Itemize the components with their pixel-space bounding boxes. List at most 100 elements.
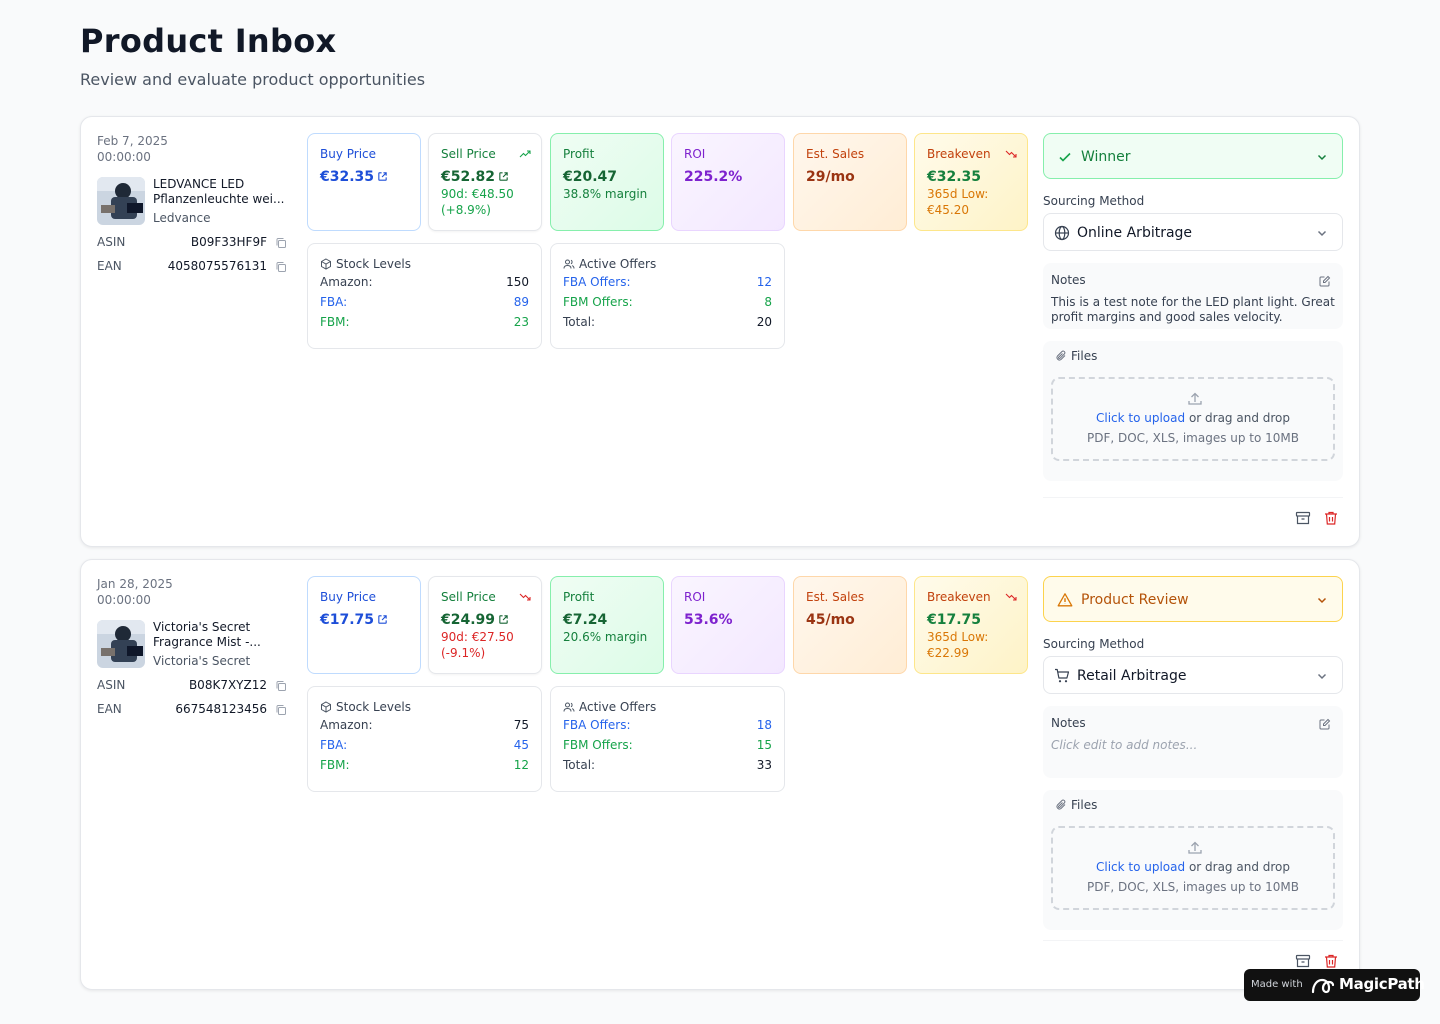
fbm-offers-label: FBM Offers: xyxy=(563,295,633,309)
product-date: Feb 7, 2025 xyxy=(97,134,168,148)
product-thumbnail[interactable] xyxy=(97,620,145,668)
total-offers-value: 20 xyxy=(756,315,772,329)
asin-label: ASIN xyxy=(97,678,126,692)
trending-down-icon xyxy=(1005,150,1017,158)
file-dropzone[interactable]: Click to upload or drag and drop PDF, DO… xyxy=(1051,826,1335,910)
trending-up-icon xyxy=(519,150,531,158)
breakeven-label: Breakeven xyxy=(927,147,991,161)
sourcing-method-label: Sourcing Method xyxy=(1043,194,1145,208)
file-types-hint: PDF, DOC, XLS, images up to 10MB xyxy=(1086,880,1300,894)
fbm-offers-value: 15 xyxy=(756,738,772,752)
chevron-down-icon xyxy=(1317,597,1327,604)
profit-card: Profit €20.47 38.8% margin xyxy=(550,133,664,231)
est-sales-card: Est. Sales 29/mo xyxy=(793,133,907,231)
breakeven-low-label: 365d Low: xyxy=(927,630,989,644)
status-value: Product Review xyxy=(1081,592,1189,608)
breakeven-low-value: €45.20 xyxy=(927,203,969,217)
roi-value: 225.2% xyxy=(684,169,743,185)
product-brand: Victoria's Secret xyxy=(153,654,251,668)
fba-offers-value: 12 xyxy=(756,275,772,289)
product-thumbnail[interactable] xyxy=(97,177,145,225)
breakeven-value: €32.35 xyxy=(927,169,982,185)
click-to-upload-link[interactable]: Click to upload xyxy=(1096,860,1185,874)
buy-price-label: Buy Price xyxy=(320,147,377,161)
users-icon xyxy=(563,702,575,712)
fba-stock: 89 xyxy=(513,295,529,309)
package-icon xyxy=(321,258,331,270)
status-select[interactable]: Product Review xyxy=(1043,576,1343,622)
sourcing-method-select[interactable]: Retail Arbitrage xyxy=(1043,656,1343,694)
asin-row: ASIN B09F33HF9F xyxy=(97,235,291,251)
product-brand: Ledvance xyxy=(153,211,211,225)
fbm-offers-value: 8 xyxy=(764,295,772,309)
buy-price-value: €17.75 xyxy=(320,612,375,628)
external-link-icon[interactable] xyxy=(498,171,509,182)
stock-levels-title: Stock Levels xyxy=(336,257,411,271)
profit-value: €20.47 xyxy=(563,169,618,185)
external-link-icon[interactable] xyxy=(377,171,388,182)
trash-icon[interactable] xyxy=(1323,510,1339,526)
trash-icon[interactable] xyxy=(1323,953,1339,969)
product-name[interactable]: Victoria's Secret Fragrance Mist -... xyxy=(153,620,291,650)
ean-row: EAN 4058075576131 xyxy=(97,259,291,275)
sell-price-card: Sell Price €24.99 90d: €27.50 (-9.1%) xyxy=(428,576,542,674)
sell-90d-change: (+8.9%) xyxy=(441,203,491,217)
edit-icon[interactable] xyxy=(1319,718,1331,730)
profit-margin: 20.6% margin xyxy=(563,630,648,644)
roi-card: ROI 225.2% xyxy=(671,133,785,231)
copy-icon[interactable] xyxy=(275,680,287,692)
card-actions-divider xyxy=(1043,940,1343,941)
total-offers-label: Total: xyxy=(563,315,596,329)
fba-offers-label: FBA Offers: xyxy=(563,718,631,732)
sourcing-method-select[interactable]: Online Arbitrage xyxy=(1043,213,1343,251)
files-panel: Files Click to upload or drag and drop P… xyxy=(1043,341,1343,481)
product-sidebar: Product Review Sourcing Method Retail Ar… xyxy=(1043,576,1343,930)
notes-panel: Notes This is a test note for the LED pl… xyxy=(1043,263,1343,329)
fbm-stock: 12 xyxy=(513,758,529,772)
fbm-stock: 23 xyxy=(513,315,529,329)
profit-margin: 38.8% margin xyxy=(563,187,648,201)
archive-icon[interactable] xyxy=(1295,510,1311,526)
est-sales-label: Est. Sales xyxy=(806,590,865,604)
made-with-magicpath-badge[interactable]: Made with MagicPath xyxy=(1244,969,1425,1001)
fba-stock: 45 xyxy=(513,738,529,752)
product-time: 00:00:00 xyxy=(97,593,151,607)
profit-label: Profit xyxy=(563,147,595,161)
sell-price-label: Sell Price xyxy=(441,147,496,161)
est-sales-label: Est. Sales xyxy=(806,147,865,161)
click-to-upload-link[interactable]: Click to upload xyxy=(1096,411,1185,425)
amazon-stock: 75 xyxy=(513,718,529,732)
drag-drop-text: or drag and drop xyxy=(1185,860,1291,874)
external-link-icon[interactable] xyxy=(377,614,388,625)
archive-icon[interactable] xyxy=(1295,953,1311,969)
trending-down-icon xyxy=(1005,593,1017,601)
page-subtitle: Review and evaluate product opportunitie… xyxy=(80,70,426,89)
breakeven-low-value: €22.99 xyxy=(927,646,969,660)
ean-label: EAN xyxy=(97,259,122,273)
sourcing-method-label: Sourcing Method xyxy=(1043,637,1145,651)
active-offers-box: Active Offers FBA Offers: 18 FBM Offers: 1… xyxy=(550,686,785,792)
file-dropzone[interactable]: Click to upload or drag and drop PDF, DO… xyxy=(1051,377,1335,461)
roi-card: ROI 53.6% xyxy=(671,576,785,674)
badge-made-with: Made with xyxy=(1251,979,1303,990)
fbm-offers-label: FBM Offers: xyxy=(563,738,633,752)
copy-icon[interactable] xyxy=(275,261,287,273)
copy-icon[interactable] xyxy=(275,237,287,249)
fba-label: FBA: xyxy=(320,738,348,752)
magicpath-logo-icon xyxy=(1311,978,1335,994)
edit-icon[interactable] xyxy=(1319,275,1331,287)
buy-price-card: Buy Price €17.75 xyxy=(307,576,421,674)
product-name[interactable]: LEDVANCE LED Pflanzenleuchte wei... xyxy=(153,177,291,207)
fbm-label: FBM: xyxy=(320,315,350,329)
product-time: 00:00:00 xyxy=(97,150,151,164)
asin-value: B08K7XYZ12 xyxy=(188,678,267,692)
est-sales-value: 29/mo xyxy=(806,169,855,185)
amazon-label: Amazon: xyxy=(320,275,373,289)
fba-label: FBA: xyxy=(320,295,348,309)
asin-value: B09F33HF9F xyxy=(190,235,267,249)
external-link-icon[interactable] xyxy=(498,614,509,625)
asin-row: ASIN B08K7XYZ12 xyxy=(97,678,291,694)
copy-icon[interactable] xyxy=(275,704,287,716)
page-title: Product Inbox xyxy=(80,22,337,60)
status-select[interactable]: Winner xyxy=(1043,133,1343,179)
